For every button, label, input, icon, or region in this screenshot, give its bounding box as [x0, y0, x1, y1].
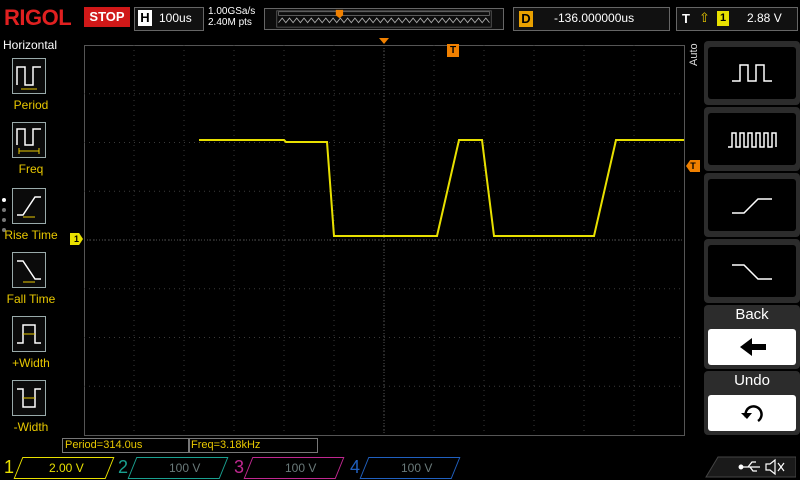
- memory-waveform-overview[interactable]: [264, 8, 504, 30]
- menu-item-neg-width[interactable]: -Width: [0, 380, 62, 444]
- auto-label: Auto: [688, 43, 700, 66]
- rising-edge-wave-icon: [708, 179, 796, 231]
- channel-4-scale: 100 V: [401, 461, 433, 475]
- menu-label-freq: Freq: [18, 162, 44, 176]
- waveform-display[interactable]: [84, 45, 686, 437]
- center-marker-icon: [379, 38, 389, 44]
- menu-label-fall-time: Fall Time: [6, 292, 56, 306]
- channel-3-number: 3: [234, 457, 245, 477]
- sample-rate: 1.00GSa/s: [208, 6, 256, 17]
- softkey-fall-wave[interactable]: [704, 239, 800, 303]
- undo-label: Undo: [734, 372, 770, 389]
- channel-4-box[interactable]: 4 100 V: [350, 455, 461, 479]
- channel-1-number: 1: [4, 457, 15, 477]
- positive-width-icon: [12, 316, 46, 352]
- fall-time-icon: [12, 252, 46, 288]
- trigger-letter: T: [682, 11, 690, 26]
- menu-label-rise-time: Rise Time: [4, 228, 58, 242]
- timebase-value: 100us: [159, 11, 192, 25]
- undo-button[interactable]: Undo: [704, 371, 800, 435]
- channel-4-scale-box: 100 V: [359, 457, 461, 479]
- back-label: Back: [735, 306, 769, 323]
- channel-3-scale: 100 V: [285, 461, 317, 475]
- trigger-level-marker[interactable]: T: [686, 160, 700, 172]
- period-icon: [12, 58, 46, 94]
- freq-icon: [12, 122, 46, 158]
- falling-edge-wave-icon: [708, 245, 796, 297]
- channel-2-number: 2: [118, 457, 129, 477]
- channel-2-scale: 100 V: [169, 461, 201, 475]
- rising-edge-icon: ⇧: [699, 10, 710, 25]
- trigger-box[interactable]: T ⇧ 1 2.88 V: [676, 7, 798, 31]
- rigol-logo: RIGOL: [4, 5, 72, 30]
- horizontal-letter: H: [138, 10, 152, 26]
- menu-label-pos-width: +Width: [12, 356, 50, 370]
- trigger-level-value: 2.88 V: [747, 11, 782, 25]
- menu-title: Horizontal: [2, 38, 58, 52]
- trigger-position-marker[interactable]: T: [447, 44, 459, 57]
- softkey-rise-wave[interactable]: [704, 173, 800, 237]
- menu-item-pos-width[interactable]: +Width: [0, 316, 62, 380]
- undo-icon: [708, 395, 796, 431]
- channel-1-offset-marker[interactable]: 1: [70, 233, 83, 245]
- back-button[interactable]: Back: [704, 305, 800, 369]
- softkey-freq-wave[interactable]: [704, 107, 800, 171]
- menu-label-period: Period: [13, 98, 49, 112]
- measurement-freq[interactable]: Freq=3.18kHz: [188, 438, 318, 453]
- square-wave-icon: [708, 47, 796, 99]
- channel-2-box[interactable]: 2 100 V: [118, 455, 229, 479]
- trigger-source-badge: 1: [717, 11, 729, 26]
- delay-value: -136.000000us: [554, 11, 635, 25]
- channel-1-scale-box: 2.00 V: [13, 457, 115, 479]
- menu-item-rise-time[interactable]: Rise Time: [0, 188, 62, 252]
- softkey-period-wave[interactable]: [704, 41, 800, 105]
- memory-depth: 2.40M pts: [208, 17, 252, 28]
- menu-item-fall-time[interactable]: Fall Time: [0, 252, 62, 316]
- memory-frame: [276, 10, 492, 28]
- timebase-box[interactable]: H 100us: [134, 7, 204, 31]
- run-stop-indicator[interactable]: STOP: [84, 7, 130, 27]
- menu-label-neg-width: -Width: [13, 420, 49, 434]
- acquisition-info: 1.00GSa/s 2.40M pts: [208, 6, 255, 28]
- channel-3-scale-box: 100 V: [243, 457, 345, 479]
- delay-box[interactable]: D -136.000000us: [513, 7, 670, 31]
- channel-3-box[interactable]: 3 100 V: [234, 455, 345, 479]
- menu-item-freq[interactable]: Freq: [0, 122, 62, 186]
- channel-2-scale-box: 100 V: [127, 457, 229, 479]
- dense-square-wave-icon: [708, 113, 796, 165]
- status-icons: [705, 456, 796, 478]
- channel-1-scale: 2.00 V: [49, 461, 84, 475]
- negative-width-icon: [12, 380, 46, 416]
- menu-item-period[interactable]: Period: [0, 58, 62, 122]
- delay-letter: D: [519, 11, 533, 27]
- rise-time-icon: [12, 188, 46, 224]
- measurement-period[interactable]: Period=314.0us: [62, 438, 190, 453]
- back-arrow-icon: [708, 329, 796, 365]
- channel-1-box[interactable]: 1 2.00 V: [4, 455, 115, 479]
- channel-4-number: 4: [350, 457, 361, 477]
